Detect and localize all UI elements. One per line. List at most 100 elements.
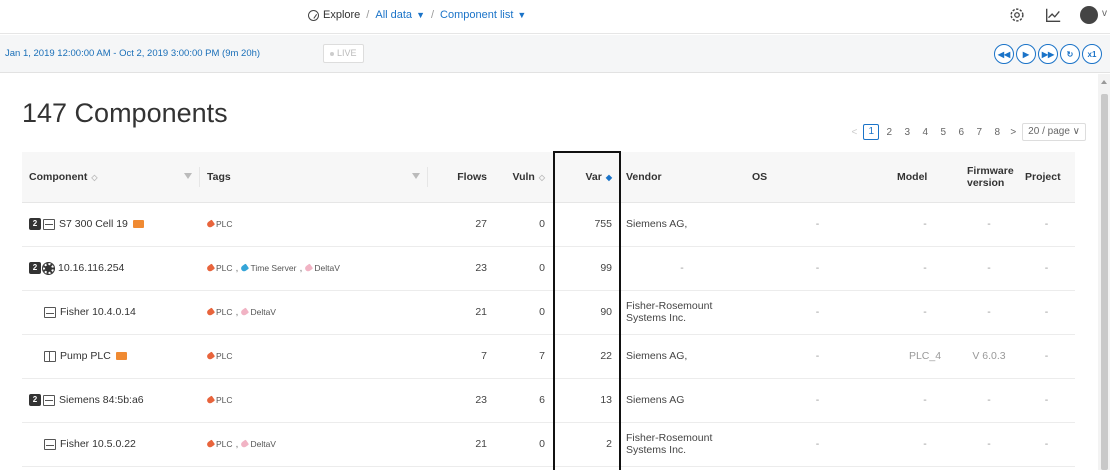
next-page-button[interactable]: > xyxy=(1010,127,1016,138)
play-button[interactable]: ▶ xyxy=(1016,44,1036,64)
page-6-button[interactable]: 6 xyxy=(953,127,969,138)
vuln-cell: 0 xyxy=(494,422,552,467)
os-cell: - xyxy=(745,202,890,247)
component-name[interactable]: Fisher 10.4.0.14 xyxy=(60,306,136,318)
component-cell[interactable]: Pump PLC xyxy=(22,334,200,379)
table-row[interactable]: 2 S7 300 Cell 19 PLC 27 0 755 Siemens AG, - - - - xyxy=(22,202,1075,247)
group-count-badge[interactable]: 2 xyxy=(29,262,41,275)
firmware-cell: - xyxy=(960,378,1018,423)
time-range-bar: Jan 1, 2019 12:00:00 AM - Oct 2, 2019 3:… xyxy=(0,35,1110,73)
column-header-vendor[interactable]: Vendor xyxy=(619,152,745,203)
breadcrumb-explore[interactable]: Explore xyxy=(323,9,360,21)
tag-icon xyxy=(240,439,250,449)
rewind-button[interactable]: ◀◀ xyxy=(994,44,1014,64)
page-title: 147 Components xyxy=(22,98,228,128)
column-header-component[interactable]: Component ◇ xyxy=(22,152,200,203)
scrollbar-thumb[interactable] xyxy=(1101,94,1108,470)
tag-label[interactable]: DeltaV xyxy=(314,263,340,273)
prev-page-button[interactable]: < xyxy=(851,127,857,138)
column-header-project[interactable]: Project xyxy=(1018,152,1075,203)
column-header-firmware[interactable]: Firmware version xyxy=(960,152,1018,203)
breadcrumb-component-list[interactable]: Component list xyxy=(440,9,513,21)
alert-icon[interactable] xyxy=(115,352,127,361)
component-name[interactable]: S7 300 Cell 19 xyxy=(59,218,128,230)
page-8-button[interactable]: 8 xyxy=(989,127,1005,138)
component-name[interactable]: Siemens 84:5b:a6 xyxy=(59,394,144,406)
filter-icon[interactable] xyxy=(184,173,192,179)
tag-label[interactable]: PLC xyxy=(216,219,233,229)
flows-cell: 27 xyxy=(428,202,494,247)
column-header-model[interactable]: Model xyxy=(890,152,960,203)
column-header-os[interactable]: OS xyxy=(745,152,890,203)
tag-label[interactable]: PLC xyxy=(216,351,233,361)
tag-icon xyxy=(205,263,216,273)
project-cell: - xyxy=(1018,202,1075,247)
component-cell[interactable]: Fisher 10.4.0.14 xyxy=(22,290,200,335)
table-row[interactable]: Fisher 10.5.0.22 PLC, DeltaV 21 0 2 Fisher-Ros… xyxy=(22,422,1075,467)
page-size-value: 20 / page xyxy=(1028,126,1070,137)
speed-button[interactable]: x1 xyxy=(1082,44,1102,64)
column-header-flows[interactable]: Flows xyxy=(428,152,494,203)
vertical-scrollbar[interactable] xyxy=(1098,74,1110,470)
column-header-tags[interactable]: Tags xyxy=(200,152,428,203)
pump-icon xyxy=(44,350,56,362)
forward-button[interactable]: ▶▶ xyxy=(1038,44,1058,64)
activity-chart-icon[interactable] xyxy=(1044,6,1062,24)
tag-label[interactable]: PLC xyxy=(216,307,233,317)
tag-label[interactable]: PLC xyxy=(216,439,233,449)
sort-icon[interactable]: ◇ xyxy=(91,173,97,182)
table-row[interactable]: 2 Siemens 84:5b:a6 PLC 23 6 13 Siemens AG - - - - xyxy=(22,378,1075,423)
page-5-button[interactable]: 5 xyxy=(935,127,951,138)
scroll-up-icon[interactable] xyxy=(1101,80,1107,84)
time-range-text[interactable]: Jan 1, 2019 12:00:00 AM - Oct 2, 2019 3:… xyxy=(5,48,260,59)
component-name[interactable]: 10.16.116.254 xyxy=(58,262,124,274)
chevron-down-icon[interactable]: ▼ xyxy=(517,10,526,20)
page-4-button[interactable]: 4 xyxy=(917,127,933,138)
tag-label[interactable]: Time Server xyxy=(250,263,296,273)
column-header-vuln[interactable]: Vuln ◇ xyxy=(494,152,552,203)
component-cell[interactable]: Fisher 10.5.0.22 xyxy=(22,422,200,467)
table-row[interactable]: Pump PLC PLC 7 7 22 Siemens AG, - PLC_4 V 6.0.3- xyxy=(22,334,1075,379)
table-row[interactable]: Fisher 10.4.0.14 PLC, DeltaV 21 0 90 Fisher-Ro… xyxy=(22,290,1075,335)
component-name[interactable]: Pump PLC xyxy=(60,350,111,362)
page-7-button[interactable]: 7 xyxy=(971,127,987,138)
tag-label[interactable]: PLC xyxy=(216,263,233,273)
tag-icon xyxy=(240,263,250,273)
breadcrumb-all-data[interactable]: All data xyxy=(375,9,412,21)
page-1-button[interactable]: 1 xyxy=(863,124,880,140)
column-header-var[interactable]: Var ◆ xyxy=(552,152,619,203)
tag-icon xyxy=(205,439,216,449)
component-cell[interactable]: 2 10.16.116.254 xyxy=(22,246,200,291)
filter-icon[interactable] xyxy=(412,173,420,179)
os-cell: - xyxy=(745,334,890,379)
page-size-select[interactable]: 20 / page ∨ xyxy=(1022,123,1086,141)
component-cell[interactable]: 2 Siemens 84:5b:a6 xyxy=(22,378,200,423)
tag-label[interactable]: DeltaV xyxy=(250,439,276,449)
tag-label[interactable]: PLC xyxy=(216,395,233,405)
page-2-button[interactable]: 2 xyxy=(881,127,897,138)
component-name[interactable]: Fisher 10.5.0.22 xyxy=(60,438,136,450)
group-count-badge[interactable]: 2 xyxy=(29,218,41,231)
refresh-button[interactable]: ↻ xyxy=(1060,44,1080,64)
table-row[interactable]: 2 10.16.116.254 PLC, Time Server, DeltaV 23 0 9… xyxy=(22,246,1075,291)
alert-icon[interactable] xyxy=(132,220,144,229)
flows-cell: 21 xyxy=(428,290,494,335)
page-3-button[interactable]: 3 xyxy=(899,127,915,138)
group-count-badge[interactable]: 2 xyxy=(29,394,41,407)
project-cell: - xyxy=(1018,422,1075,467)
table-header-row: Component ◇ Tags Flows Vuln ◇ Var ◆ Vendor … xyxy=(22,152,1075,203)
gear-icon[interactable] xyxy=(1008,6,1026,24)
project-header-label: Project xyxy=(1025,170,1061,183)
live-button[interactable]: LIVE xyxy=(323,44,364,63)
vuln-header-label: Vuln xyxy=(512,170,535,183)
sort-icon[interactable]: ◆ xyxy=(606,173,612,182)
chevron-down-icon[interactable]: ▼ xyxy=(416,10,425,20)
vendor-cell: - xyxy=(619,246,745,291)
component-cell[interactable]: 2 S7 300 Cell 19 xyxy=(22,202,200,247)
var-cell: 99 xyxy=(552,246,619,291)
tag-label[interactable]: DeltaV xyxy=(250,307,276,317)
sort-icon[interactable]: ◇ xyxy=(539,173,545,182)
flows-cell: 21 xyxy=(428,422,494,467)
user-avatar[interactable] xyxy=(1080,6,1107,24)
firmware-cell: V 6.0.3 xyxy=(960,334,1018,379)
